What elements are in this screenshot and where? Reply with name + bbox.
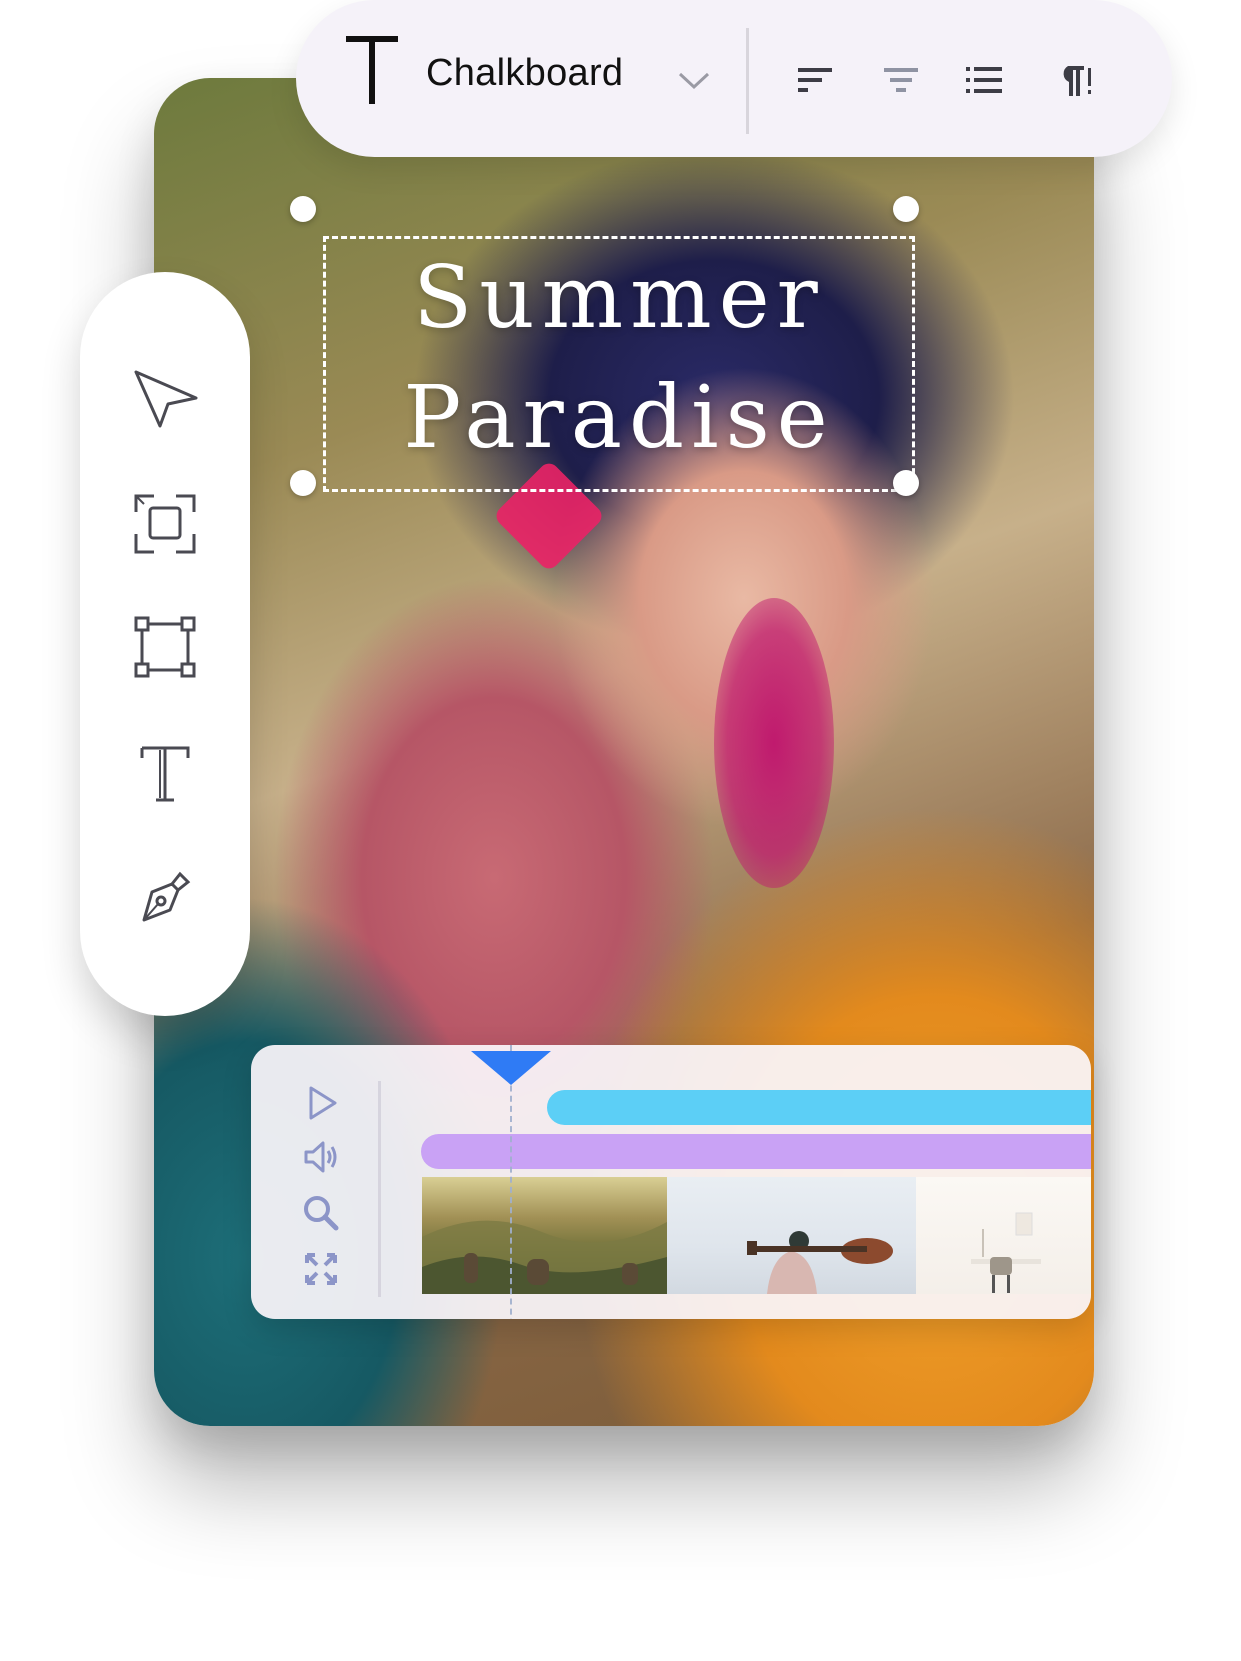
- cursor-arrow-icon[interactable]: [130, 364, 200, 434]
- tools-panel: [80, 272, 250, 1016]
- audio-track[interactable]: [421, 1134, 1091, 1169]
- font-family-name[interactable]: Chalkboard: [426, 52, 623, 95]
- guitarist-clip[interactable]: [667, 1177, 916, 1294]
- interior-thumbnail: [971, 1212, 1041, 1293]
- timeline-panel: [251, 1045, 1091, 1319]
- align-center-icon[interactable]: [879, 58, 923, 102]
- fit-expand-icon[interactable]: [301, 1249, 341, 1289]
- zoom-icon[interactable]: [301, 1193, 341, 1233]
- focus-frame-icon[interactable]: [130, 488, 200, 558]
- canvas-title-line-1[interactable]: Summer: [323, 248, 915, 348]
- resize-handle-top-right[interactable]: [893, 196, 919, 222]
- list-bullets-icon[interactable]: [962, 58, 1006, 102]
- interior-clip[interactable]: [916, 1177, 1091, 1294]
- align-left-icon[interactable]: [794, 58, 838, 102]
- guitarist-thumbnail: [747, 1231, 893, 1294]
- toolbar-divider: [746, 28, 749, 134]
- canvas-title-line-2[interactable]: Paradise: [323, 368, 915, 468]
- playhead-marker-icon[interactable]: [471, 1051, 551, 1085]
- resize-handle-bottom-left[interactable]: [290, 470, 316, 496]
- mountain-thumbnail: [422, 1220, 667, 1294]
- volume-icon[interactable]: [301, 1137, 341, 1177]
- landscape-clip[interactable]: [422, 1177, 667, 1294]
- timeline-divider: [378, 1081, 381, 1297]
- play-icon[interactable]: [301, 1083, 341, 1123]
- text-tool-icon[interactable]: [130, 738, 200, 808]
- resize-handle-top-left[interactable]: [290, 196, 316, 222]
- chevron-down-icon[interactable]: [676, 68, 712, 92]
- pen-tool-icon[interactable]: [130, 862, 200, 932]
- playhead-line: [510, 1045, 512, 1319]
- text-t-icon[interactable]: [346, 34, 398, 106]
- text-track[interactable]: [547, 1090, 1091, 1125]
- typography-toolbar: Chalkboard: [296, 0, 1172, 157]
- crop-frame-icon[interactable]: [130, 612, 200, 682]
- photo-detail: [714, 598, 834, 888]
- paragraph-icon[interactable]: [1050, 58, 1094, 102]
